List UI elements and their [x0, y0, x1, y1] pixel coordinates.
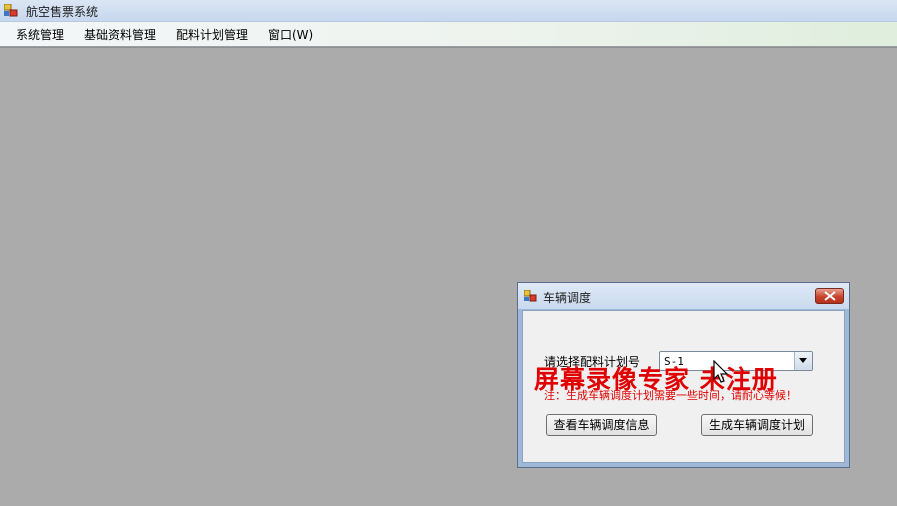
menu-window[interactable]: 窗口(W)	[267, 26, 314, 43]
dialog-window-icon	[523, 289, 537, 302]
menu-bar: 系统管理 基础资料管理 配料计划管理 窗口(W)	[0, 22, 897, 47]
generate-dispatch-plan-button[interactable]: 生成车辆调度计划	[701, 414, 813, 436]
dropdown-button[interactable]	[794, 352, 812, 370]
mouse-cursor-icon	[713, 360, 729, 383]
main-window-titlebar[interactable]: 航空售票系统	[0, 0, 897, 22]
view-dispatch-info-button[interactable]: 查看车辆调度信息	[546, 414, 657, 436]
app-window-icon	[3, 3, 18, 17]
chevron-down-icon	[799, 358, 807, 363]
close-button[interactable]	[815, 288, 844, 304]
dialog-titlebar[interactable]: 车辆调度	[518, 283, 849, 309]
close-icon	[824, 291, 836, 301]
window-title: 航空售票系统	[26, 5, 99, 19]
menu-basic-data-management[interactable]: 基础资料管理	[83, 26, 157, 43]
dialog-title: 车辆调度	[543, 291, 592, 305]
menu-system-management[interactable]: 系统管理	[15, 26, 65, 43]
recorder-watermark: 屏幕录像专家 未注册	[534, 365, 778, 394]
menu-batch-plan-management[interactable]: 配料计划管理	[175, 26, 249, 43]
